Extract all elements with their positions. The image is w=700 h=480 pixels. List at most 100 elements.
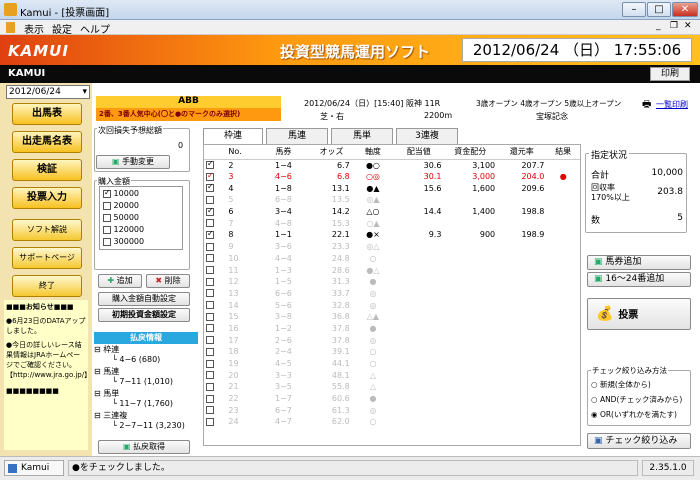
table-row[interactable]: 24 4−7 62.0 ○ [204, 416, 580, 428]
row-checkbox[interactable] [204, 194, 226, 206]
delete-amount-button[interactable]: ✖ 削除 [146, 274, 190, 288]
tree-node[interactable]: ⊟ 馬単 [94, 388, 119, 399]
row-check-icon[interactable] [206, 312, 214, 321]
row-checkbox[interactable] [204, 241, 226, 253]
tab-uma-tan[interactable]: 馬単 [331, 128, 393, 144]
table-row[interactable]: 11 1−3 28.6 ●△ [204, 264, 580, 276]
row-checkbox[interactable] [204, 264, 226, 276]
amount-checkbox[interactable] [103, 225, 111, 234]
close-button[interactable]: ✕ [672, 2, 698, 17]
print-button[interactable]: 印刷 [650, 67, 690, 81]
print-list-link[interactable]: 一覧印刷 [656, 99, 688, 110]
initial-investment-button[interactable]: 初期投資金額設定 [98, 308, 190, 322]
table-row[interactable]: 23 6−7 61.3 ◎ [204, 404, 580, 416]
row-check-icon[interactable] [206, 324, 214, 333]
table-row[interactable]: 10 4−4 24.8 ○ [204, 253, 580, 265]
row-checkbox[interactable] [204, 358, 226, 370]
tree-node[interactable]: ⊟ 枠連 [94, 344, 119, 355]
row-check-icon[interactable] [206, 359, 214, 368]
menu-settings[interactable]: 設定 [52, 21, 72, 36]
amount-item[interactable]: 10000 [103, 188, 139, 198]
row-checkbox[interactable] [204, 416, 226, 428]
radio-icon[interactable]: ○ [591, 395, 598, 404]
maximize-button[interactable]: □ [647, 2, 671, 17]
table-row[interactable]: 16 1−2 37.8 ● [204, 323, 580, 335]
row-checkbox[interactable] [204, 381, 226, 393]
row-check-icon[interactable] [206, 219, 214, 228]
row-checkbox[interactable] [204, 159, 226, 171]
table-row[interactable]: 6 3−4 14.2 △○ 14.4 1,400 198.8 [204, 206, 580, 218]
table-row[interactable]: 5 6−8 13.5 ◎▲ [204, 194, 580, 206]
table-row[interactable]: 22 1−7 60.6 ● [204, 393, 580, 405]
amount-item[interactable]: 50000 [103, 213, 139, 222]
row-checkbox[interactable] [204, 253, 226, 265]
date-select[interactable]: 2012/06/24 ▾ [6, 85, 90, 99]
amount-checkbox[interactable] [103, 237, 111, 246]
row-checkbox[interactable] [204, 288, 226, 300]
nav-vote-entry[interactable]: 投票入力 [12, 187, 82, 209]
nav-software-guide[interactable]: ソフト解説 [12, 219, 82, 241]
check-filter-button[interactable]: ▣ チェック絞り込み [587, 433, 691, 449]
radio-selected-icon[interactable]: ◉ [591, 410, 598, 419]
tab-uma-ren[interactable]: 馬連 [266, 128, 328, 144]
table-row[interactable]: 20 3−3 48.1 △ [204, 369, 580, 381]
row-check-icon[interactable] [206, 406, 214, 415]
table-row[interactable]: 13 6−6 33.7 ◎ [204, 288, 580, 300]
menu-view[interactable]: 表示 [24, 21, 44, 36]
table-row[interactable]: 8 1−1 22.1 ●× 9.3 900 198.9 [204, 229, 580, 241]
table-row[interactable]: 19 4−5 44.1 ○ [204, 358, 580, 370]
row-check-icon[interactable] [206, 371, 214, 380]
amount-checkbox[interactable] [103, 213, 111, 222]
row-check-icon[interactable] [206, 277, 214, 286]
tree-node[interactable]: ⊟ 三連複 [94, 410, 127, 421]
row-checkbox[interactable] [204, 171, 226, 183]
amount-checkbox[interactable] [103, 201, 111, 210]
row-checkbox[interactable] [204, 229, 226, 241]
nav-horse-list[interactable]: 出走馬名表 [12, 131, 82, 153]
table-row[interactable]: 9 3−6 23.3 ◎△ [204, 241, 580, 253]
nav-support-page[interactable]: サポートページ [12, 247, 82, 269]
row-check-icon[interactable] [206, 159, 214, 170]
table-row[interactable]: 4 1−8 13.1 ●▲ 15.6 1,600 209.6 [204, 182, 580, 194]
row-checkbox[interactable] [204, 299, 226, 311]
row-checkbox[interactable] [204, 206, 226, 218]
table-row[interactable]: 3 4−6 6.8 ○◎ 30.1 3,000 204.0 ● [204, 171, 580, 183]
row-check-icon[interactable] [206, 171, 214, 181]
row-check-icon[interactable] [206, 229, 214, 239]
row-check-icon[interactable] [206, 266, 214, 275]
filter-option-new[interactable]: ○ 新規(全体から) [591, 379, 651, 390]
table-row[interactable]: 12 1−5 31.3 ● [204, 276, 580, 288]
add-ticket-button[interactable]: ▣ 馬券追加 [587, 255, 691, 270]
table-row[interactable]: 21 3−5 55.8 △ [204, 381, 580, 393]
row-checkbox[interactable] [204, 334, 226, 346]
tree-node[interactable]: ⊟ 馬連 [94, 366, 119, 377]
tab-sanren-fuku[interactable]: 3連複 [396, 128, 458, 144]
row-check-icon[interactable] [206, 336, 214, 345]
auto-amount-button[interactable]: 購入金額自動設定 [98, 292, 190, 306]
row-checkbox[interactable] [204, 404, 226, 416]
table-row[interactable]: 2 1−4 6.7 ●○ 30.6 3,100 207.7 [204, 159, 580, 171]
amount-checkbox[interactable] [103, 188, 111, 198]
row-check-icon[interactable] [206, 206, 214, 216]
mdi-close-icon[interactable]: ✕ [684, 21, 692, 31]
table-row[interactable]: 7 4−8 15.3 ○▲ [204, 217, 580, 229]
filter-option-and[interactable]: ○ AND(チェック済みから) [591, 394, 682, 405]
row-checkbox[interactable] [204, 217, 226, 229]
table-row[interactable]: 18 2−4 39.1 ○ [204, 346, 580, 358]
row-checkbox[interactable] [204, 346, 226, 358]
table-row[interactable]: 17 2−6 37.8 ◎ [204, 334, 580, 346]
manual-change-button[interactable]: ▣ 手動変更 [96, 155, 170, 169]
row-checkbox[interactable] [204, 182, 226, 194]
row-checkbox[interactable] [204, 311, 226, 323]
amount-item[interactable]: 120000 [103, 225, 144, 234]
row-checkbox[interactable] [204, 276, 226, 288]
row-check-icon[interactable] [206, 301, 214, 310]
taskbar-app[interactable]: Kamui [4, 460, 64, 476]
row-checkbox[interactable] [204, 323, 226, 335]
row-check-icon[interactable] [206, 254, 214, 263]
add-range-button[interactable]: ▣ 16〜24番追加 [587, 272, 691, 287]
mdi-minimize-icon[interactable]: _ [656, 21, 661, 31]
table-row[interactable]: 15 3−8 36.8 △▲ [204, 311, 580, 323]
nav-race-card[interactable]: 出馬表 [12, 103, 82, 125]
row-checkbox[interactable] [204, 369, 226, 381]
